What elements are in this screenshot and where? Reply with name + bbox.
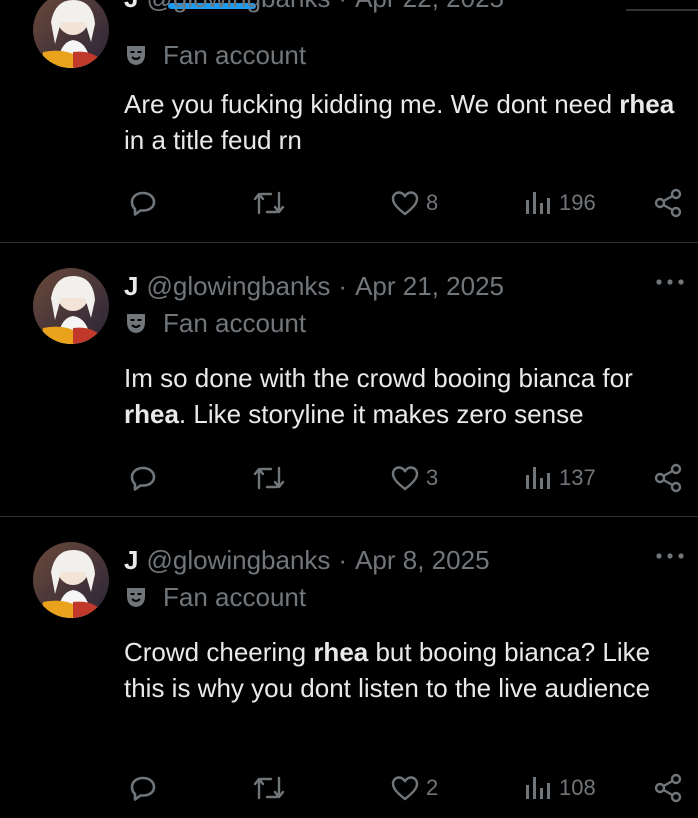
repost-button[interactable] [252, 183, 286, 223]
share-icon [654, 773, 682, 803]
mask-icon [127, 46, 145, 65]
reply-icon [130, 466, 156, 491]
share-button[interactable] [653, 458, 685, 498]
tweet-text: Crowd cheering rhea but booing bianca? L… [124, 634, 684, 706]
tweet-text-part: Are you fucking kidding me. We dont need [124, 89, 620, 119]
tweet-date[interactable]: Apr 22, 2025 [355, 0, 504, 14]
share-button[interactable] [653, 183, 685, 223]
account-label-text: Fan account [163, 307, 307, 338]
reply-icon [130, 191, 156, 216]
user-handle[interactable]: @glowingbanks [146, 271, 330, 302]
display-name[interactable]: J [124, 271, 138, 302]
account-label: Fan account [124, 38, 306, 72]
repost-icon [253, 466, 285, 490]
tweet[interactable]: J @glowingbanks · Apr 22, 2025 Fan accou… [0, 0, 698, 242]
views-icon [526, 192, 550, 214]
mask-icon [127, 588, 145, 607]
views-button[interactable]: 137 [523, 458, 596, 498]
tweet-text-part: . Like storyline it makes zero sense [178, 399, 584, 429]
tweet-actions: 3 137 [0, 458, 698, 498]
share-icon [654, 188, 682, 218]
view-count: 196 [559, 190, 596, 215]
repost-button[interactable] [252, 768, 286, 808]
views-button[interactable]: 108 [523, 768, 596, 808]
tweet-header: J @glowingbanks · Apr 22, 2025 [124, 0, 504, 16]
separator: · [338, 544, 348, 575]
tweet-actions: 2 108 [0, 768, 698, 808]
tweet-text-part: in a title feud rn [124, 125, 302, 155]
more-icon[interactable] [654, 550, 686, 562]
tweet-text-highlight: rhea [619, 89, 675, 119]
avatar[interactable] [33, 542, 109, 618]
account-label-text: Fan account [163, 581, 307, 612]
share-button[interactable] [653, 768, 685, 808]
like-count: 3 [426, 465, 439, 490]
like-count: 8 [426, 190, 439, 215]
repost-icon [253, 191, 285, 215]
tweet-text-part: Im so done with the crowd booing bianca … [124, 363, 633, 393]
separator: · [338, 270, 348, 301]
view-count: 137 [559, 465, 596, 490]
tweet-date[interactable]: Apr 8, 2025 [355, 545, 489, 576]
avatar[interactable] [33, 0, 109, 68]
account-label: Fan account [124, 580, 306, 614]
tweet-text: Are you fucking kidding me. We dont need… [124, 86, 684, 158]
reply-button[interactable] [129, 768, 157, 808]
like-count: 2 [426, 775, 439, 800]
account-label: Fan account [124, 306, 306, 340]
tweet-divider [0, 516, 698, 517]
heart-icon [391, 776, 419, 801]
tweet-text-part: Crowd cheering [124, 637, 314, 667]
repost-icon [253, 776, 285, 800]
share-icon [654, 463, 682, 493]
like-button[interactable]: 3 [390, 458, 438, 498]
tweet-text: Im so done with the crowd booing bianca … [124, 360, 684, 432]
view-count: 108 [559, 775, 596, 800]
reply-button[interactable] [129, 458, 157, 498]
views-icon [526, 467, 550, 489]
heart-icon [391, 191, 419, 216]
heart-icon [391, 466, 419, 491]
tweet[interactable]: J @glowingbanks · Apr 8, 2025 Fan accoun… [0, 542, 698, 818]
reply-icon [130, 776, 156, 801]
tweet-header: J @glowingbanks · Apr 8, 2025 [124, 542, 490, 578]
user-handle[interactable]: @glowingbanks [146, 545, 330, 576]
tweet[interactable]: J @glowingbanks · Apr 21, 2025 Fan accou… [0, 268, 698, 516]
reply-button[interactable] [129, 183, 157, 223]
like-button[interactable]: 8 [390, 183, 438, 223]
views-icon [526, 777, 550, 799]
tweet-actions: 8 196 [0, 183, 698, 223]
tweet-date[interactable]: Apr 21, 2025 [355, 271, 504, 302]
repost-button[interactable] [252, 458, 286, 498]
tweet-divider [0, 242, 698, 243]
like-button[interactable]: 2 [390, 768, 438, 808]
user-handle[interactable]: @glowingbanks [146, 0, 330, 14]
display-name[interactable]: J [124, 545, 138, 576]
tweet-text-highlight: rhea [313, 637, 369, 667]
display-name[interactable]: J [124, 0, 138, 14]
account-label-text: Fan account [163, 39, 307, 70]
tweet-header: J @glowingbanks · Apr 21, 2025 [124, 268, 504, 304]
views-button[interactable]: 196 [523, 183, 596, 223]
mask-icon [127, 314, 145, 333]
tweet-text-highlight: rhea [124, 399, 179, 429]
more-icon[interactable] [654, 276, 686, 288]
separator: · [338, 0, 347, 14]
avatar[interactable] [33, 268, 109, 344]
